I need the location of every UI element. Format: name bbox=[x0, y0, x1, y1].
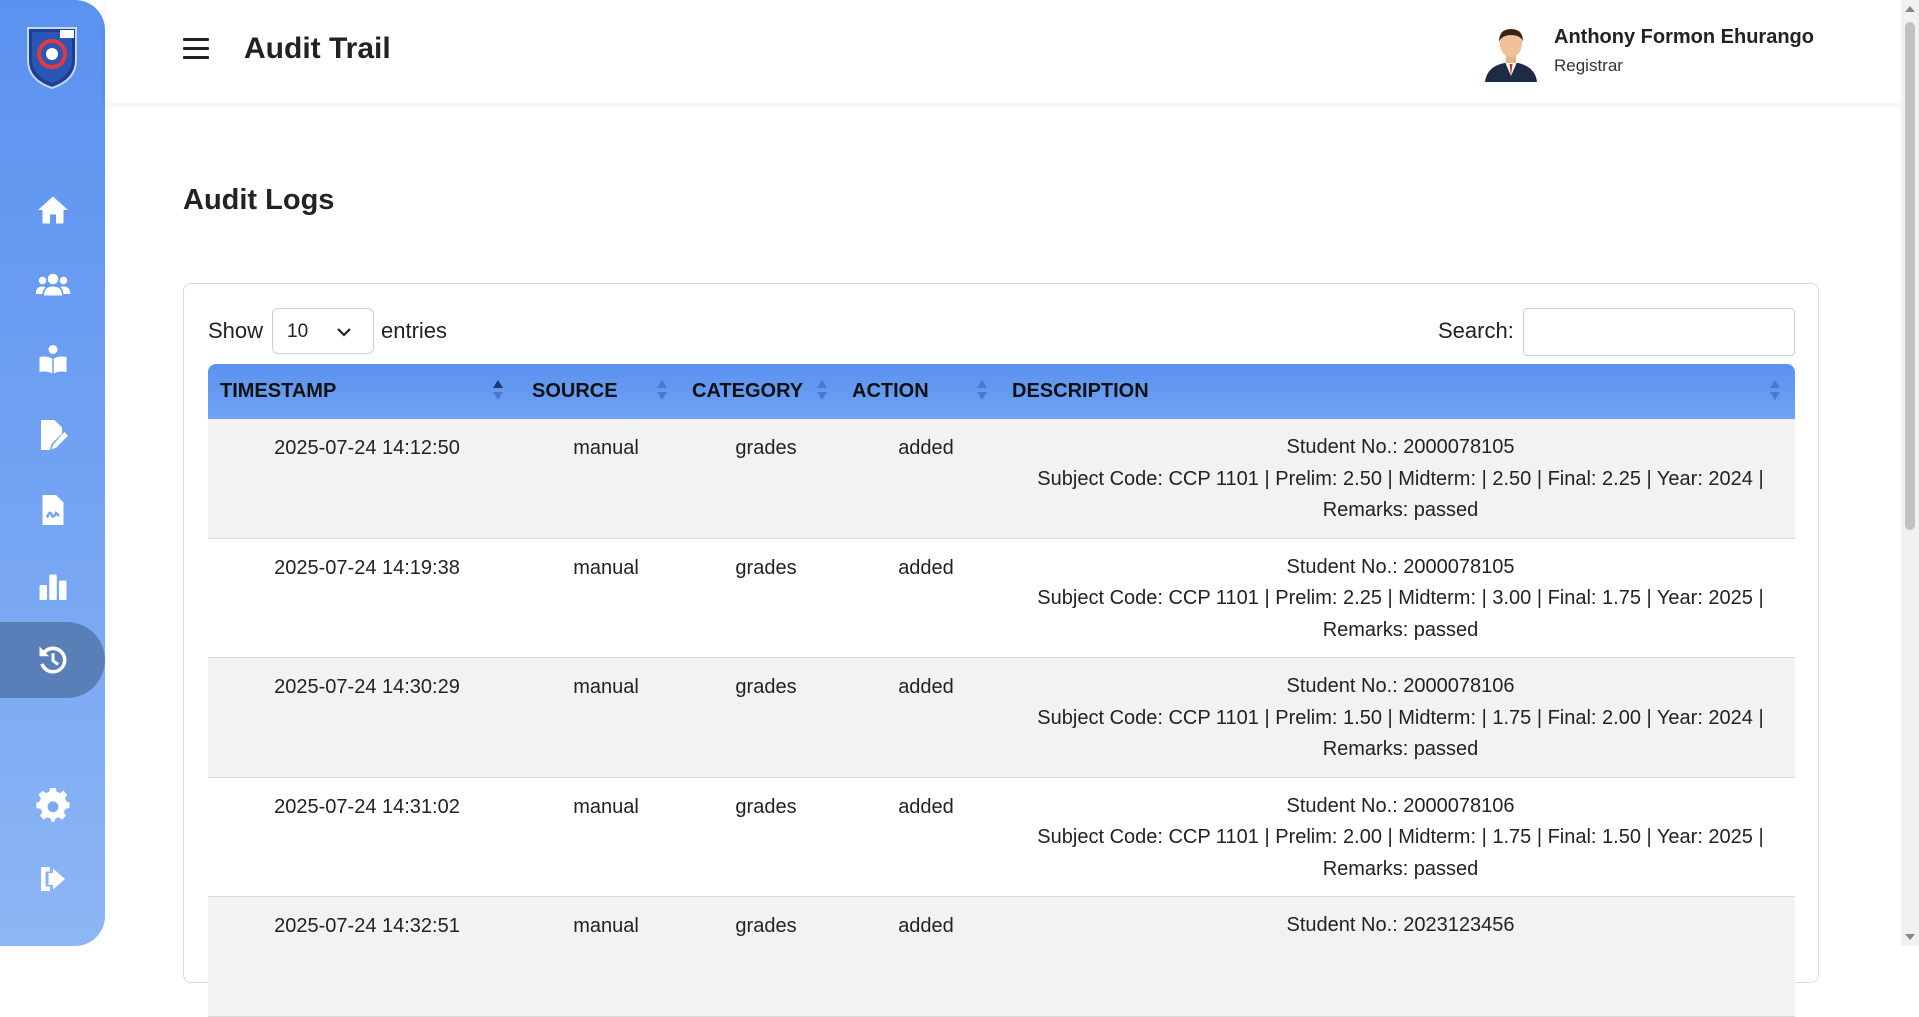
logout-icon bbox=[40, 867, 65, 891]
sidebar bbox=[0, 0, 105, 946]
page-scrollbar[interactable] bbox=[1901, 0, 1919, 946]
nav-documents[interactable] bbox=[0, 472, 105, 548]
sort-icon[interactable] bbox=[656, 378, 668, 404]
scroll-thumb[interactable] bbox=[1905, 22, 1915, 530]
column-header-source[interactable]: SOURCE bbox=[532, 364, 618, 419]
student-book-icon bbox=[39, 345, 66, 374]
table-row: 2025-07-24 14:30:29 manual grades added … bbox=[208, 658, 1795, 778]
table-header: TIMESTAMP SOURCE CATEGORY ACTION DESCRIP… bbox=[208, 364, 1795, 419]
cell-source: manual bbox=[573, 556, 639, 579]
cell-category: grades bbox=[735, 437, 797, 459]
gear-icon bbox=[35, 788, 70, 822]
history-icon bbox=[39, 646, 66, 674]
cell-category: grades bbox=[735, 915, 797, 937]
cell-source: manual bbox=[573, 915, 639, 937]
cell-description: Student No.: 2000078105 Subject Code: CC… bbox=[1037, 555, 1764, 641]
cell-category: grades bbox=[735, 676, 797, 698]
cell-timestamp: 2025-07-24 14:12:50 bbox=[274, 437, 460, 459]
cell-timestamp: 2025-07-24 14:32:51 bbox=[274, 915, 460, 937]
user-name: Anthony Formon Ehurango bbox=[1554, 26, 1814, 48]
table-row: 2025-07-24 14:31:02 manual grades added … bbox=[208, 777, 1795, 897]
cell-description: Student No.: 2000078105 Subject Code: CC… bbox=[1037, 436, 1764, 521]
page-title: Audit Trail bbox=[244, 32, 391, 65]
table-row: 2025-07-24 14:12:50 manual grades added … bbox=[208, 419, 1795, 539]
user-role: Registrar bbox=[1554, 56, 1623, 75]
search-input[interactable] bbox=[1523, 308, 1795, 356]
cell-action: added bbox=[898, 556, 954, 579]
nav-settings[interactable] bbox=[0, 768, 105, 844]
column-header-action[interactable]: ACTION bbox=[852, 364, 929, 419]
cell-action: added bbox=[898, 676, 954, 698]
show-label: Show bbox=[208, 318, 264, 343]
user-avatar[interactable] bbox=[1483, 24, 1539, 82]
chevron-down-icon bbox=[337, 328, 351, 337]
nav-students[interactable] bbox=[0, 322, 105, 398]
signature-file-icon bbox=[42, 495, 63, 525]
cell-source: manual bbox=[573, 437, 639, 459]
bar-chart-icon bbox=[39, 574, 66, 600]
nav-logout[interactable] bbox=[0, 841, 105, 917]
cell-action: added bbox=[898, 915, 954, 937]
cell-description: Student No.: 2000078106 Subject Code: CC… bbox=[1037, 675, 1764, 760]
menu-toggle-button[interactable] bbox=[183, 38, 209, 60]
users-icon bbox=[35, 273, 70, 296]
scroll-up-arrow[interactable] bbox=[1905, 6, 1915, 12]
column-header-timestamp[interactable]: TIMESTAMP bbox=[220, 364, 336, 419]
nav-edit-records[interactable] bbox=[0, 397, 105, 473]
nav-home[interactable] bbox=[0, 172, 105, 248]
audit-log-table: TIMESTAMP SOURCE CATEGORY ACTION DESCRIP… bbox=[208, 364, 1795, 1017]
cell-description: Student No.: 2023123456 bbox=[1286, 914, 1515, 936]
cell-timestamp: 2025-07-24 14:19:38 bbox=[274, 556, 460, 579]
sort-ascending-icon[interactable] bbox=[492, 378, 504, 404]
table-row: 2025-07-24 14:19:38 manual grades added … bbox=[208, 538, 1795, 658]
school-logo bbox=[20, 24, 84, 90]
section-title: Audit Logs bbox=[183, 184, 335, 216]
top-header: Audit Trail Anthony Formon Ehurango Regi… bbox=[105, 0, 1901, 103]
cell-action: added bbox=[898, 437, 954, 459]
nav-audit-trail[interactable] bbox=[0, 622, 105, 698]
sort-icon[interactable] bbox=[976, 378, 988, 404]
cell-timestamp: 2025-07-24 14:31:02 bbox=[274, 795, 460, 818]
hamburger-line bbox=[183, 56, 209, 59]
nav-users[interactable] bbox=[0, 247, 105, 323]
edit-file-icon bbox=[40, 420, 68, 450]
home-icon bbox=[37, 196, 68, 224]
entries-select-value: 10 bbox=[287, 321, 309, 342]
entries-label: entries bbox=[381, 318, 448, 343]
hamburger-line bbox=[183, 38, 209, 41]
table-row: 2025-07-24 14:32:51 manual grades added … bbox=[208, 897, 1795, 1017]
cell-source: manual bbox=[573, 676, 639, 698]
hamburger-line bbox=[183, 47, 209, 50]
cell-timestamp: 2025-07-24 14:30:29 bbox=[274, 676, 460, 698]
cell-category: grades bbox=[735, 556, 797, 579]
column-header-description[interactable]: DESCRIPTION bbox=[1012, 364, 1149, 419]
column-header-category[interactable]: CATEGORY bbox=[692, 364, 803, 419]
cell-category: grades bbox=[735, 795, 797, 818]
sort-icon[interactable] bbox=[1769, 378, 1781, 404]
cell-source: manual bbox=[573, 795, 639, 818]
cell-description: Student No.: 2000078106 Subject Code: CC… bbox=[1037, 794, 1764, 880]
search-label: Search: bbox=[1438, 318, 1514, 343]
entries-per-page-select[interactable]: 10 bbox=[272, 308, 374, 354]
scroll-down-arrow[interactable] bbox=[1905, 934, 1915, 940]
nav-reports[interactable] bbox=[0, 547, 105, 623]
sort-icon[interactable] bbox=[816, 378, 828, 404]
cell-action: added bbox=[898, 795, 954, 818]
